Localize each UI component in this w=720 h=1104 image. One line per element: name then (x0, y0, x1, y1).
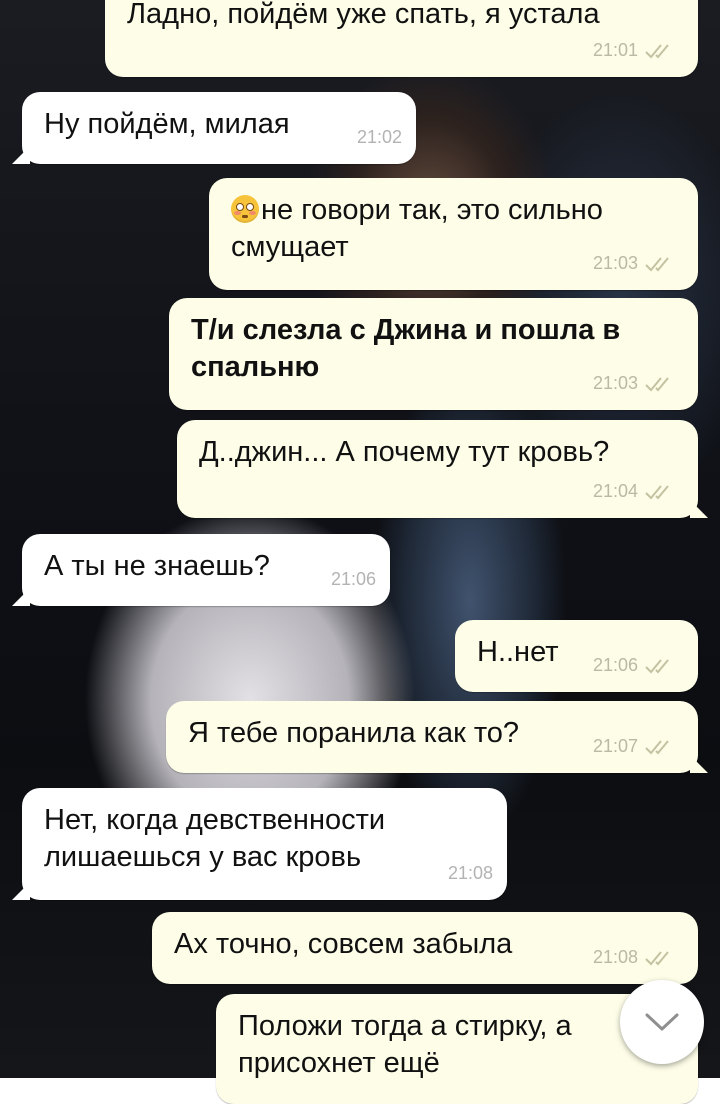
flushed-face-icon (231, 195, 259, 223)
message-time: 21:08 (447, 863, 493, 883)
message-time: 21:06 (330, 569, 376, 589)
message-bubble-incoming[interactable]: Ну пойдём, милая 21:02 (12, 92, 416, 164)
message-meta: 21:08 (448, 855, 493, 892)
message-meta: 21:01 (593, 32, 678, 69)
double-check-icon (645, 739, 669, 754)
message-text: Положи тогда а стирку, а присохнет ещё (238, 1010, 572, 1079)
message-time: 21:08 (592, 947, 638, 967)
message-meta: 21:06 (331, 561, 376, 598)
double-check-icon (645, 950, 669, 965)
message-time: 21:02 (356, 127, 402, 147)
message-meta: 21:06 (593, 647, 678, 684)
message-text: Н..нет (477, 636, 559, 668)
message-time: 21:03 (592, 253, 638, 273)
message-meta: 21:02 (357, 119, 402, 156)
message-text: не говори так, это сильно смущает (231, 194, 611, 263)
double-check-icon (645, 484, 669, 499)
message-text: Ах точно, совсем забыла (174, 928, 513, 960)
message-meta: 21:04 (593, 473, 678, 510)
message-bubble-outgoing[interactable]: Н..нет 21:06 (455, 620, 698, 692)
message-bubble-incoming[interactable]: Нет, когда девственности лишаешься у вас… (12, 788, 507, 900)
message-bubble-outgoing[interactable]: не говори так, это сильно смущает 21:03 (209, 178, 698, 290)
message-time: 21:04 (592, 481, 638, 501)
message-text: Т/и слезла с Джина и пошла в спальню (191, 314, 629, 383)
double-check-icon (645, 376, 669, 391)
message-meta: 21:07 (593, 728, 678, 765)
message-time: 21:07 (592, 736, 638, 756)
double-check-icon (645, 658, 669, 673)
chevron-down-icon (645, 1013, 679, 1031)
message-text: Ладно, пойдём уже спать, я устала (127, 0, 600, 30)
double-check-icon (645, 256, 669, 271)
double-check-icon (645, 43, 669, 58)
message-bubble-outgoing[interactable]: Ах точно, совсем забыла 21:08 (152, 912, 698, 984)
message-text: Ну пойдём, милая (44, 108, 290, 140)
message-bubble-outgoing[interactable]: Д..джин... А почему тут кровь? 21:04 (177, 420, 708, 518)
message-text: А ты не знаешь? (44, 550, 270, 582)
message-bubble-outgoing[interactable]: Ладно, пойдём уже спать, я устала 21:01 (105, 0, 698, 77)
message-text: Я тебе поранила как то? (188, 717, 520, 749)
scroll-to-bottom-button[interactable] (620, 980, 704, 1064)
message-bubble-incoming[interactable]: А ты не знаешь? 21:06 (12, 534, 390, 606)
message-meta: 21:03 (593, 245, 678, 282)
message-time: 21:01 (592, 40, 638, 60)
message-bubble-outgoing[interactable]: Я тебе поранила как то? 21:07 (166, 701, 708, 773)
message-meta: 21:03 (593, 365, 678, 402)
message-text: Нет, когда девственности лишаешься у вас… (44, 804, 394, 873)
message-time: 21:06 (592, 655, 638, 675)
message-meta: 21:08 (593, 939, 678, 976)
message-time: 21:03 (592, 373, 638, 393)
message-bubble-outgoing[interactable]: Т/и слезла с Джина и пошла в спальню 21:… (169, 298, 698, 410)
message-text: Д..джин... А почему тут кровь? (199, 436, 610, 468)
